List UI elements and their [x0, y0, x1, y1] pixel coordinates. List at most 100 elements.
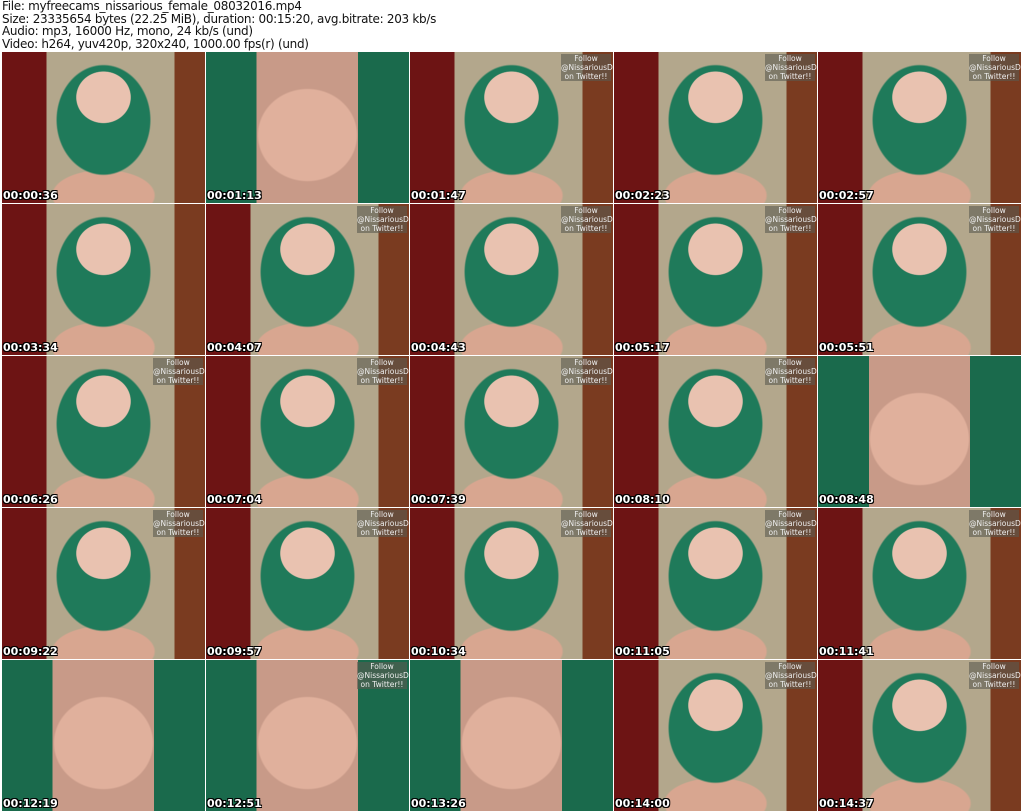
- video-thumbnail[interactable]: Follow @NissariousD on Twitter!! 00:04:43: [410, 204, 613, 355]
- timestamp: 00:05:51: [819, 341, 874, 354]
- overlay-text: @NissariousD: [765, 519, 817, 528]
- overlay-text: @NissariousD: [561, 63, 613, 72]
- timestamp: 00:13:26: [411, 797, 466, 810]
- overlay-text: on Twitter!!: [972, 680, 1016, 689]
- overlay-text: Follow: [370, 358, 394, 367]
- timestamp: 00:07:04: [207, 493, 262, 506]
- video-thumbnail[interactable]: Follow @NissariousD on Twitter!! 00:08:10: [614, 356, 817, 507]
- twitter-overlay: Follow @NissariousD on Twitter!!: [969, 510, 1021, 537]
- video-thumbnail[interactable]: Follow @NissariousD on Twitter!! 00:07:39: [410, 356, 613, 507]
- overlay-text: @NissariousD: [357, 671, 409, 680]
- timestamp: 00:09:57: [207, 645, 262, 658]
- twitter-overlay: Follow @NissariousD on Twitter!!: [357, 358, 409, 385]
- video-thumbnail[interactable]: Follow @NissariousD on Twitter!! 00:06:26: [2, 356, 205, 507]
- twitter-overlay: Follow @NissariousD on Twitter!!: [969, 54, 1021, 81]
- overlay-text: Follow: [982, 206, 1006, 215]
- overlay-text: Follow: [370, 206, 394, 215]
- overlay-text: @NissariousD: [969, 671, 1021, 680]
- video-thumbnail[interactable]: Follow @NissariousD on Twitter!! 00:01:47: [410, 52, 613, 203]
- overlay-text: on Twitter!!: [768, 224, 812, 233]
- timestamp: 00:05:17: [615, 341, 670, 354]
- video-thumbnail[interactable]: Follow @NissariousD on Twitter!! 00:09:57: [206, 508, 409, 659]
- video-thumbnail[interactable]: 00:12:19: [2, 660, 205, 811]
- overlay-text: on Twitter!!: [768, 680, 812, 689]
- timestamp: 00:04:07: [207, 341, 262, 354]
- twitter-overlay: Follow @NissariousD on Twitter!!: [561, 206, 613, 233]
- overlay-text: @NissariousD: [357, 215, 409, 224]
- twitter-overlay: Follow @NissariousD on Twitter!!: [357, 662, 409, 689]
- video-thumbnail[interactable]: 00:13:26: [410, 660, 613, 811]
- twitter-overlay: Follow @NissariousD on Twitter!!: [765, 662, 817, 689]
- timestamp: 00:14:37: [819, 797, 874, 810]
- timestamp: 00:03:34: [3, 341, 58, 354]
- overlay-text: @NissariousD: [765, 63, 817, 72]
- overlay-text: Follow: [778, 510, 802, 519]
- twitter-overlay: Follow @NissariousD on Twitter!!: [561, 54, 613, 81]
- video-info: Video: h264, yuv420p, 320x240, 1000.00 f…: [2, 36, 309, 51]
- overlay-text: on Twitter!!: [768, 376, 812, 385]
- overlay-text: @NissariousD: [969, 63, 1021, 72]
- overlay-text: on Twitter!!: [360, 680, 404, 689]
- timestamp: 00:11:05: [615, 645, 670, 658]
- overlay-text: on Twitter!!: [564, 72, 608, 81]
- overlay-text: @NissariousD: [969, 519, 1021, 528]
- twitter-overlay: Follow @NissariousD on Twitter!!: [765, 54, 817, 81]
- overlay-text: Follow: [166, 510, 190, 519]
- overlay-text: @NissariousD: [357, 367, 409, 376]
- overlay-text: @NissariousD: [765, 215, 817, 224]
- overlay-text: Follow: [982, 662, 1006, 671]
- timestamp: 00:14:00: [615, 797, 670, 810]
- overlay-text: on Twitter!!: [768, 528, 812, 537]
- video-thumbnail[interactable]: 00:00:36: [2, 52, 205, 203]
- twitter-overlay: Follow @NissariousD on Twitter!!: [561, 358, 613, 385]
- video-thumbnail[interactable]: Follow @NissariousD on Twitter!! 00:10:34: [410, 508, 613, 659]
- audio-info: Audio: mp3, 16000 Hz, mono, 24 kb/s (und…: [2, 24, 253, 38]
- twitter-overlay: Follow @NissariousD on Twitter!!: [969, 206, 1021, 233]
- overlay-text: on Twitter!!: [360, 528, 404, 537]
- video-thumbnail[interactable]: 00:08:48: [818, 356, 1021, 507]
- overlay-text: Follow: [778, 54, 802, 63]
- overlay-text: Follow: [982, 510, 1006, 519]
- video-thumbnail[interactable]: Follow @NissariousD on Twitter!! 00:09:22: [2, 508, 205, 659]
- video-thumbnail[interactable]: Follow @NissariousD on Twitter!! 00:02:23: [614, 52, 817, 203]
- twitter-overlay: Follow @NissariousD on Twitter!!: [765, 510, 817, 537]
- overlay-text: Follow: [370, 510, 394, 519]
- overlay-text: @NissariousD: [153, 367, 205, 376]
- overlay-text: Follow: [574, 358, 598, 367]
- video-thumbnail[interactable]: Follow @NissariousD on Twitter!! 00:05:51: [818, 204, 1021, 355]
- timestamp: 00:01:13: [207, 189, 262, 202]
- timestamp: 00:08:48: [819, 493, 874, 506]
- video-thumbnail[interactable]: 00:03:34: [2, 204, 205, 355]
- overlay-text: on Twitter!!: [564, 224, 608, 233]
- twitter-overlay: Follow @NissariousD on Twitter!!: [765, 206, 817, 233]
- overlay-text: on Twitter!!: [564, 528, 608, 537]
- video-thumbnail[interactable]: Follow @NissariousD on Twitter!! 00:14:00: [614, 660, 817, 811]
- overlay-text: Follow: [778, 206, 802, 215]
- overlay-text: on Twitter!!: [972, 72, 1016, 81]
- video-thumbnail[interactable]: Follow @NissariousD on Twitter!! 00:02:57: [818, 52, 1021, 203]
- video-thumbnail[interactable]: Follow @NissariousD on Twitter!! 00:11:05: [614, 508, 817, 659]
- video-thumbnail[interactable]: 00:01:13: [206, 52, 409, 203]
- overlay-text: Follow: [574, 206, 598, 215]
- overlay-text: @NissariousD: [153, 519, 205, 528]
- twitter-overlay: Follow @NissariousD on Twitter!!: [561, 510, 613, 537]
- overlay-text: Follow: [778, 358, 802, 367]
- video-thumbnail[interactable]: Follow @NissariousD on Twitter!! 00:04:07: [206, 204, 409, 355]
- timestamp: 00:00:36: [3, 189, 58, 202]
- twitter-overlay: Follow @NissariousD on Twitter!!: [153, 510, 205, 537]
- video-thumbnail[interactable]: Follow @NissariousD on Twitter!! 00:07:04: [206, 356, 409, 507]
- timestamp: 00:07:39: [411, 493, 466, 506]
- overlay-text: on Twitter!!: [156, 376, 200, 385]
- overlay-text: @NissariousD: [765, 671, 817, 680]
- overlay-text: Follow: [778, 662, 802, 671]
- twitter-overlay: Follow @NissariousD on Twitter!!: [357, 510, 409, 537]
- video-thumbnail[interactable]: Follow @NissariousD on Twitter!! 00:14:37: [818, 660, 1021, 811]
- video-thumbnail[interactable]: Follow @NissariousD on Twitter!! 00:12:51: [206, 660, 409, 811]
- overlay-text: @NissariousD: [561, 519, 613, 528]
- twitter-overlay: Follow @NissariousD on Twitter!!: [765, 358, 817, 385]
- timestamp: 00:06:26: [3, 493, 58, 506]
- overlay-text: @NissariousD: [561, 367, 613, 376]
- timestamp: 00:09:22: [3, 645, 58, 658]
- video-thumbnail[interactable]: Follow @NissariousD on Twitter!! 00:05:17: [614, 204, 817, 355]
- video-thumbnail[interactable]: Follow @NissariousD on Twitter!! 00:11:41: [818, 508, 1021, 659]
